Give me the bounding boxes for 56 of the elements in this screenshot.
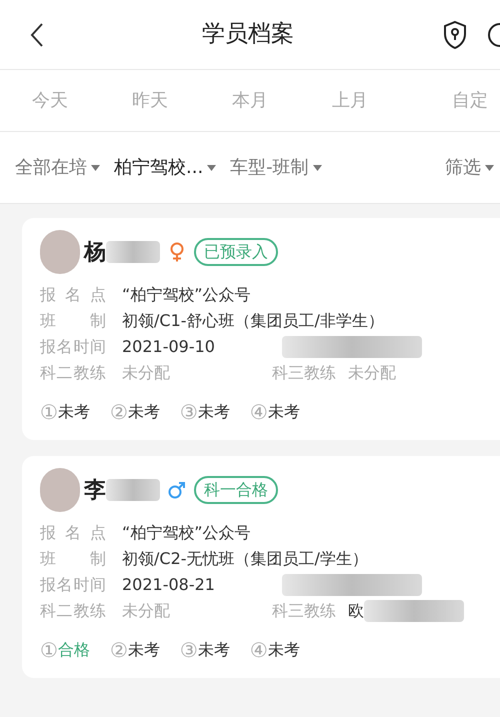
date-tab[interactable]: 昨天 <box>100 87 200 114</box>
info-label: 班制 <box>40 310 106 332</box>
info-label: 报名点 <box>40 284 106 306</box>
student-name: 杨 <box>84 238 106 266</box>
date-tab[interactable]: 今天 <box>0 87 100 114</box>
female-symbol-icon <box>168 242 186 262</box>
filter-dropdown[interactable]: 车型-班制 <box>230 154 322 181</box>
date-tab[interactable]: 自定 <box>400 87 500 114</box>
info-value: 2021-09-10 <box>122 336 216 358</box>
info-value: “柏宁驾校”公众号 <box>122 284 251 306</box>
shield-icon[interactable] <box>442 20 468 50</box>
exam-status: ③未考 <box>180 400 230 424</box>
exam-status: ③未考 <box>180 638 230 662</box>
info-value: 欧 <box>348 600 364 622</box>
status-badge: 已预录入 <box>194 238 278 266</box>
info-label: 科三教练 <box>272 362 336 384</box>
info-value: 未分配 <box>122 600 171 622</box>
status-badge: 科一合格 <box>194 476 278 504</box>
student-card[interactable]: 杨 已预录入 报名点 “柏宁驾校”公众号 班制 初领/C1-舒心班（集团员工/非学生） 报名时间 2021-09-10 科二教练 未分配 科三教练 未分配 ①未考 ②未考 ③未考 ④未考 <box>22 218 500 440</box>
info-label: 班制 <box>40 548 106 570</box>
exam-status: ②未考 <box>110 400 160 424</box>
avatar <box>40 230 80 274</box>
dropdown-caret-icon <box>312 164 322 170</box>
filter-dropdown[interactable]: 筛选 <box>445 154 494 181</box>
dropdown-caret-icon <box>91 164 100 170</box>
male-symbol-icon <box>168 481 186 499</box>
info-label: 报名时间 <box>40 574 106 596</box>
date-tab[interactable]: 本月 <box>200 87 300 114</box>
info-value: 初领/C2-无忧班（集团员工/学生） <box>122 548 368 570</box>
exam-status: ①未考 <box>40 400 90 424</box>
date-tab[interactable]: 上月 <box>300 87 400 114</box>
info-value: “柏宁驾校”公众号 <box>122 522 251 544</box>
info-label: 科二教练 <box>40 600 106 622</box>
student-card[interactable]: 李 科一合格 报名点 “柏宁驾校”公众号 班制 初领/C2-无忧班（集团员工/学生） 报名时间 2021-08-21 科二教练 未分配 科三教练 欧 ①合格 ②未考 ③未考 ④未考 <box>22 456 500 678</box>
dropdown-caret-icon <box>485 164 494 170</box>
back-icon[interactable] <box>30 22 44 48</box>
filter-dropdown[interactable]: 柏宁驾校... <box>114 154 216 181</box>
avatar <box>40 468 80 512</box>
student-name: 李 <box>84 476 106 504</box>
info-label: 科三教练 <box>272 600 336 622</box>
info-label: 报名点 <box>40 522 106 544</box>
redacted-block <box>106 241 160 263</box>
info-value: 初领/C1-舒心班（集团员工/非学生） <box>122 310 384 332</box>
info-value: 未分配 <box>348 362 396 384</box>
info-value: 未分配 <box>122 362 171 384</box>
info-label: 科二教练 <box>40 362 106 384</box>
redacted-block <box>106 479 160 501</box>
exam-status: ②未考 <box>110 638 160 662</box>
filter-dropdown[interactable]: 全部在培 <box>15 154 100 181</box>
exam-status: ④未考 <box>250 400 300 424</box>
exam-status: ①合格 <box>40 638 90 662</box>
exam-status: ④未考 <box>250 638 300 662</box>
page-title: 学员档案 <box>201 20 295 50</box>
info-label: 报名时间 <box>40 336 106 358</box>
info-value: 2021-08-21 <box>122 574 216 596</box>
dropdown-caret-icon <box>207 164 216 170</box>
